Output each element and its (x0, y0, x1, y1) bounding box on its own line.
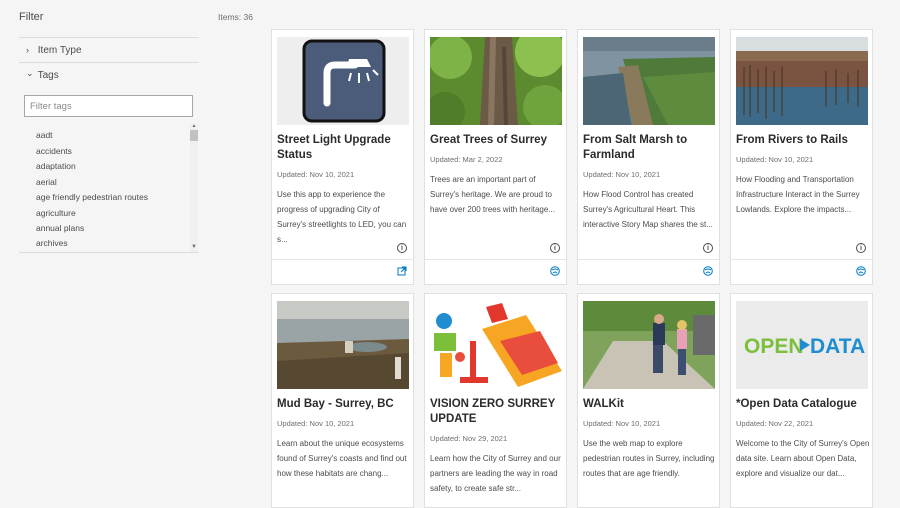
mud-bay-thumbnail[interactable] (277, 301, 409, 389)
card-title[interactable]: VISION ZERO SURREY UPDATE (430, 397, 564, 427)
info-icon[interactable]: i (397, 243, 407, 253)
tags-label: Tags (37, 70, 59, 81)
card-title[interactable]: From Salt Marsh to Farmland (583, 133, 717, 163)
card-description: How Flooding and Transportation Infrastr… (736, 175, 860, 214)
card-description: Learn how the City of Surrey and our par… (430, 454, 561, 493)
tag-item-accidents[interactable]: accidents (36, 146, 72, 156)
card-updated-date: Updated: Mar 2, 2022 (430, 155, 503, 164)
item-card[interactable]: Mud Bay - Surrey, BC Updated: Nov 10, 20… (271, 293, 414, 508)
card-description: Trees are an important part of Surrey's … (430, 175, 555, 214)
card-updated-date: Updated: Nov 10, 2021 (583, 170, 661, 179)
item-card[interactable]: OPEN DATA *Open Data Catalogue Updated: … (730, 293, 873, 508)
card-description: Welcome to the City of Surrey's Open dat… (736, 439, 870, 478)
tag-list: aadt accidents adaptation aerial age fri… (24, 124, 199, 252)
tag-item-annual-plans[interactable]: annual plans (36, 223, 84, 233)
card-description: Learn about the unique ecosystems found … (277, 439, 407, 478)
card-title[interactable]: *Open Data Catalogue (736, 397, 870, 412)
svg-text:OPEN: OPEN (744, 335, 804, 358)
card-divider (425, 259, 566, 260)
item-type-section-toggle[interactable]: › Item Type (19, 37, 199, 62)
card-description: Use this app to experience the progress … (277, 190, 407, 244)
item-card[interactable]: From Salt Marsh to Farmland Updated: Nov… (577, 29, 720, 285)
filter-title: Filter (19, 11, 44, 23)
card-updated-date: Updated: Nov 29, 2021 (430, 434, 508, 443)
tags-section-toggle[interactable]: ⌄ Tags (19, 62, 199, 87)
svg-text:DATA: DATA (810, 335, 865, 358)
item-card[interactable]: VISION ZERO SURREY UPDATE Updated: Nov 2… (424, 293, 567, 508)
card-updated-date: Updated: Nov 22, 2021 (736, 419, 814, 428)
chevron-right-icon: › (26, 45, 29, 55)
scroll-up-arrow-icon[interactable]: ▲ (190, 124, 198, 129)
card-title[interactable]: Mud Bay - Surrey, BC (277, 397, 411, 412)
items-count: Items: 36 (218, 12, 253, 22)
tag-item-age-friendly[interactable]: age friendly pedestrian routes (36, 192, 148, 202)
story-map-icon[interactable] (856, 266, 866, 276)
story-map-icon[interactable] (550, 266, 560, 276)
tag-list-scrollbar[interactable] (190, 124, 198, 252)
info-icon[interactable]: i (703, 243, 713, 253)
farmland-thumbnail[interactable] (583, 37, 715, 125)
tree-thumbnail[interactable] (430, 37, 562, 125)
card-title[interactable]: Street Light Upgrade Status (277, 133, 411, 163)
card-divider (578, 259, 719, 260)
open-data-thumbnail[interactable]: OPEN DATA (736, 301, 868, 389)
streetlight-thumbnail[interactable] (277, 37, 409, 125)
info-icon[interactable]: i (856, 243, 866, 253)
tag-item-archives[interactable]: archives (36, 238, 68, 248)
scroll-down-arrow-icon[interactable]: ▼ (190, 244, 198, 251)
card-title[interactable]: From Rivers to Rails (736, 133, 870, 148)
info-icon[interactable]: i (550, 243, 560, 253)
tag-item-aadt[interactable]: aadt (36, 130, 53, 140)
card-description: Use the web map to explore pedestrian ro… (583, 439, 715, 478)
card-updated-date: Updated: Nov 10, 2021 (277, 170, 355, 179)
tag-item-aerial[interactable]: aerial (36, 177, 57, 187)
chevron-down-icon: ⌄ (26, 68, 34, 78)
card-updated-date: Updated: Nov 10, 2021 (583, 419, 661, 428)
card-divider (272, 259, 413, 260)
sidebar-divider (19, 252, 199, 253)
tag-item-adaptation[interactable]: adaptation (36, 161, 76, 171)
card-description: How Flood Control has created Surrey's A… (583, 190, 713, 229)
tag-item-agriculture[interactable]: agriculture (36, 208, 76, 218)
item-card[interactable]: From Rivers to Rails Updated: Nov 10, 20… (730, 29, 873, 285)
item-card[interactable]: WALKit Updated: Nov 10, 2021 Use the web… (577, 293, 720, 508)
vision-zero-thumbnail[interactable] (430, 301, 562, 389)
card-updated-date: Updated: Nov 10, 2021 (277, 419, 355, 428)
item-card[interactable]: Street Light Upgrade Status Updated: Nov… (271, 29, 414, 285)
card-divider (731, 259, 872, 260)
card-title[interactable]: Great Trees of Surrey (430, 133, 564, 148)
card-updated-date: Updated: Nov 10, 2021 (736, 155, 814, 164)
scroll-thumb[interactable] (190, 130, 198, 141)
open-data-logo: OPEN DATA (744, 335, 865, 358)
card-title[interactable]: WALKit (583, 397, 717, 412)
walking-couple-thumbnail[interactable] (583, 301, 715, 389)
filter-sidebar: Filter › Item Type ⌄ Tags aadt accidents… (0, 0, 210, 503)
item-type-label: Item Type (37, 45, 82, 56)
marsh-thumbnail[interactable] (736, 37, 868, 125)
item-card[interactable]: Great Trees of Surrey Updated: Mar 2, 20… (424, 29, 567, 285)
external-link-icon[interactable] (397, 266, 407, 276)
story-map-icon[interactable] (703, 266, 713, 276)
filter-tags-input[interactable] (24, 95, 193, 117)
